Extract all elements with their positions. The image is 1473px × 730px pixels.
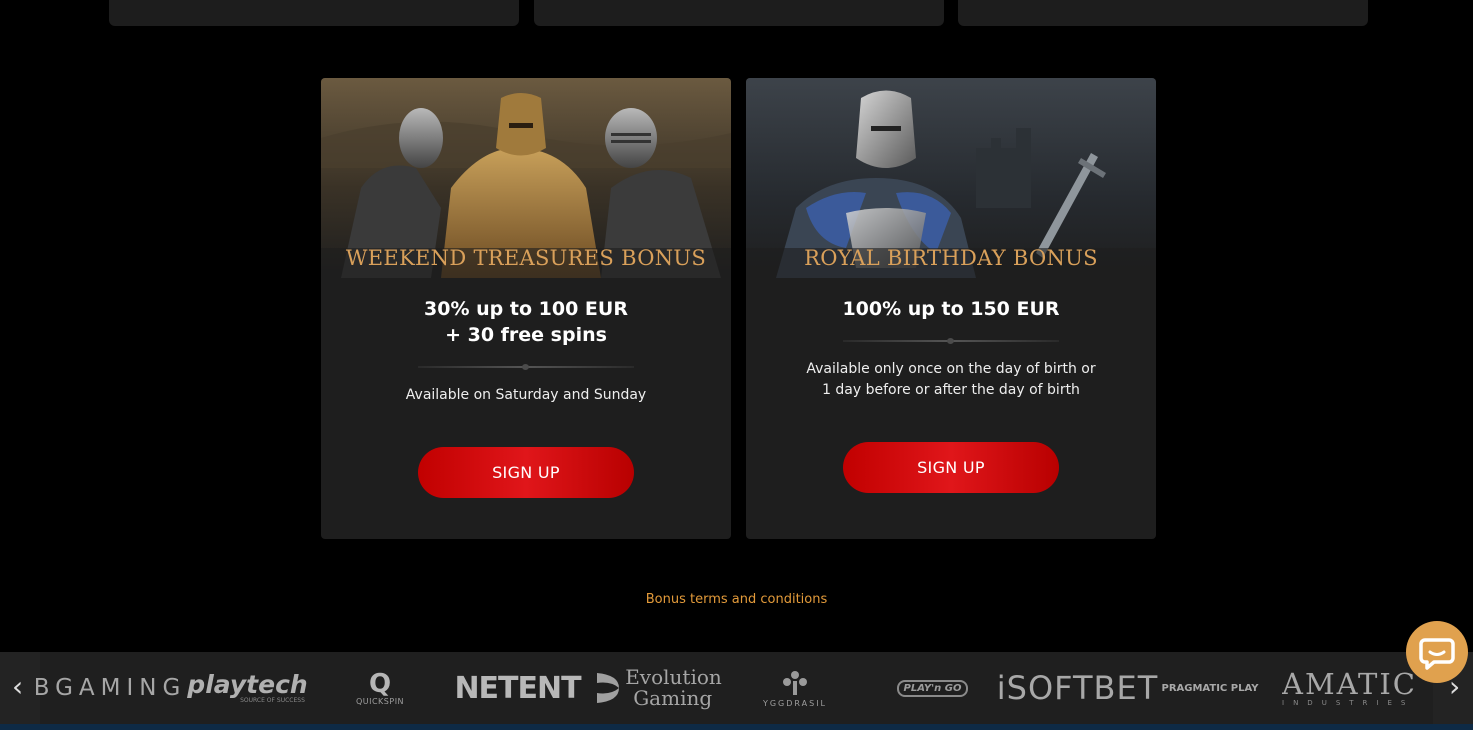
quickspin-q-icon: Q xyxy=(368,668,392,699)
bonus-terms-link[interactable]: Bonus terms and conditions xyxy=(0,592,1473,607)
amatic-logo-text: AMATIC xyxy=(1282,667,1417,701)
provider-carousel: ‹ › BGAMING playtech SOURCE OF SUCCESS Q… xyxy=(0,652,1473,724)
pragmatic-logo-text: PRAGMATIC PLAY xyxy=(1161,682,1259,694)
isoftbet-logo-text: iSOFTBET xyxy=(996,669,1159,707)
playtech-logo-text: playtech xyxy=(187,669,308,699)
card-title: Royal Birthday Bonus xyxy=(804,246,1098,270)
evolution-line1: Evolution xyxy=(625,665,722,689)
live-chat-button[interactable] xyxy=(1406,621,1468,683)
provider-logo-yggdrasil[interactable]: YGGDRASIL xyxy=(755,652,835,724)
promo-card-top-2 xyxy=(534,0,944,26)
bonus-card-weekend: Weekend Treasures Bonus 30% up to 100 EU… xyxy=(321,78,731,539)
playtech-tagline: SOURCE OF SUCCESS xyxy=(240,696,305,704)
chevron-left-icon[interactable]: ‹ xyxy=(12,670,23,704)
provider-logo-evolution[interactable]: Evolution Gaming xyxy=(590,652,725,724)
card-divider xyxy=(843,338,1059,344)
evolution-line2: Gaming xyxy=(633,686,713,710)
bottom-bar xyxy=(0,724,1473,730)
quickspin-logo-text: QUICKSPIN xyxy=(355,696,405,706)
provider-logo-isoftbet[interactable]: iSOFTBET xyxy=(997,652,1158,724)
provider-logo-netent[interactable]: NETENT xyxy=(454,652,581,724)
provider-logo-playngo[interactable]: PLAY'n GO xyxy=(895,652,970,724)
chat-bubble-icon xyxy=(1419,638,1455,670)
card-amount: 30% up to 100 EUR + 30 free spins xyxy=(424,298,628,346)
card-title: Weekend Treasures Bonus xyxy=(345,246,707,270)
promo-card-top-1 xyxy=(109,0,519,26)
sign-up-button[interactable]: SIGN UP xyxy=(843,442,1059,493)
amatic-sub-text: INDUSTRIES xyxy=(1282,699,1415,707)
provider-logo-pragmatic[interactable]: PRAGMATIC PLAY xyxy=(1160,652,1260,724)
sign-up-button[interactable]: SIGN UP xyxy=(418,447,634,498)
yggdrasil-tree-icon xyxy=(783,670,807,695)
card-divider xyxy=(418,364,634,370)
bgaming-logo-text: BGAMING xyxy=(33,675,187,701)
card-amount: 100% up to 150 EUR xyxy=(842,298,1060,320)
card-description: Available on Saturday and Sunday xyxy=(405,387,647,403)
provider-logo-playtech[interactable]: playtech SOURCE OF SUCCESS xyxy=(180,652,315,724)
provider-logo-quickspin[interactable]: Q QUICKSPIN xyxy=(340,652,420,724)
playngo-logo-text: PLAY'n GO xyxy=(896,679,969,697)
netent-logo-text: NETENT xyxy=(454,670,581,706)
evolution-swirl-icon xyxy=(597,673,620,703)
yggdrasil-logo-text: YGGDRASIL xyxy=(762,698,828,708)
bonus-card-birthday: Royal Birthday Bonus 100% up to 150 EUR … xyxy=(746,78,1156,539)
card-description: Available only once on the day of birth … xyxy=(806,361,1096,398)
promo-card-top-3 xyxy=(958,0,1368,26)
provider-logo-bgaming[interactable]: BGAMING xyxy=(34,652,181,724)
